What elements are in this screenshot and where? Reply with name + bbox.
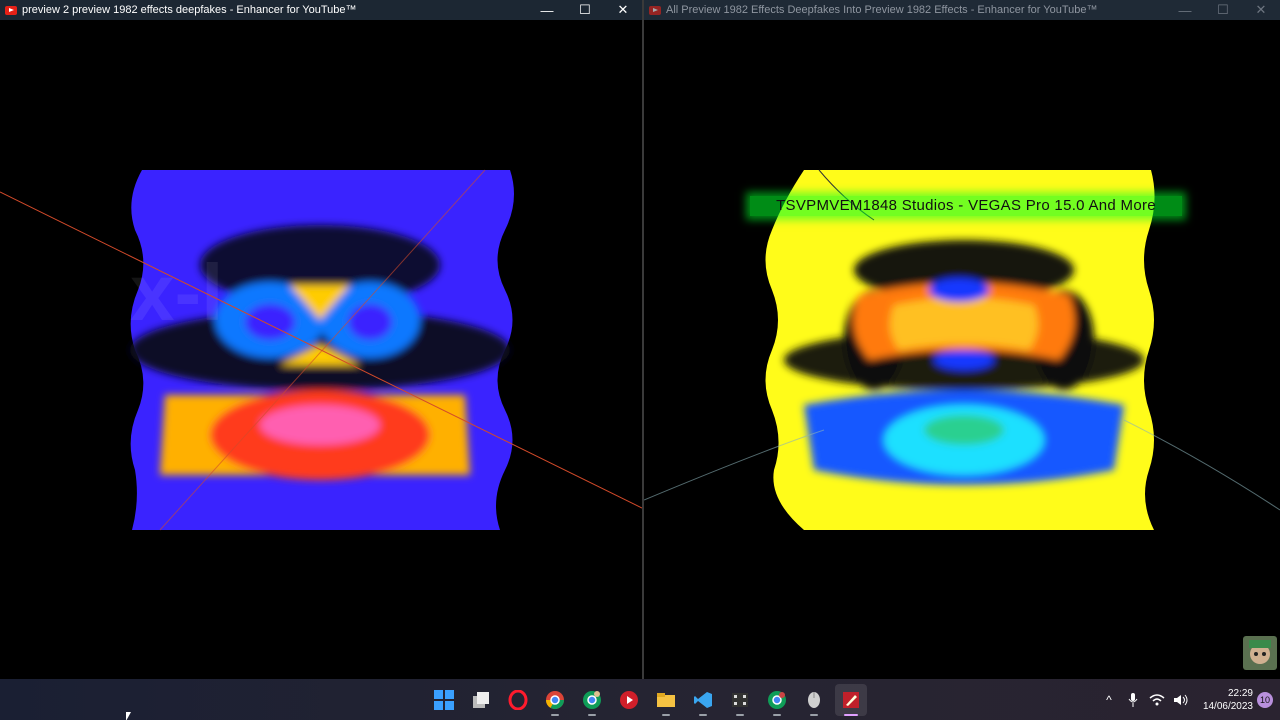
- volume-icon[interactable]: [1169, 688, 1193, 712]
- clock-time: 22:29: [1227, 687, 1253, 699]
- close-button[interactable]: ✕: [604, 0, 642, 20]
- youtube-icon: [5, 5, 17, 15]
- wifi-icon[interactable]: [1145, 688, 1169, 712]
- mouse-app[interactable]: [798, 684, 830, 716]
- right-titlebar[interactable]: All Preview 1982 Effects Deepfakes Into …: [644, 0, 1280, 20]
- running-indicator: [773, 714, 781, 716]
- right-window-title: All Preview 1982 Effects Deepfakes Into …: [666, 4, 1098, 16]
- folder-icon: [657, 693, 675, 707]
- windows-icon: [434, 690, 454, 710]
- opera-app[interactable]: [502, 684, 534, 716]
- studio-watermark-text: TSVPMVEM1848 Studios - VEGAS Pro 15.0 An…: [750, 196, 1182, 216]
- running-indicator: [588, 714, 596, 716]
- microphone-icon[interactable]: [1121, 688, 1145, 712]
- clock-date: 14/06/2023: [1202, 700, 1253, 712]
- mouse-icon: [808, 692, 820, 708]
- maximize-button[interactable]: ☐: [566, 0, 604, 20]
- media-player-app[interactable]: [613, 684, 645, 716]
- system-tray: ^ 22:29 14/06/2023 10: [1097, 679, 1280, 720]
- maximize-button[interactable]: ☐: [1204, 0, 1242, 20]
- svg-text:x-l: x-l: [130, 248, 223, 337]
- chrome-icon: [546, 691, 564, 710]
- running-indicator: [699, 714, 707, 716]
- vscode-icon: [694, 692, 712, 708]
- notification-badge[interactable]: 10: [1257, 691, 1273, 708]
- show-hidden-icons-button[interactable]: ^: [1097, 688, 1121, 712]
- channel-avatar: [1243, 636, 1277, 670]
- start-button[interactable]: [428, 684, 460, 716]
- running-indicator: [551, 714, 559, 716]
- left-video-frame[interactable]: x-l: [0, 20, 642, 679]
- chrome-profile-icon: [583, 691, 601, 709]
- minimize-button[interactable]: —: [1166, 0, 1204, 20]
- task-view-button[interactable]: [465, 684, 497, 716]
- running-indicator: [662, 714, 670, 716]
- opera-icon: [508, 690, 528, 710]
- left-titlebar[interactable]: preview 2 preview 1982 effects deepfakes…: [0, 0, 642, 20]
- left-window-title: preview 2 preview 1982 effects deepfakes…: [22, 4, 357, 16]
- running-indicator: [810, 714, 818, 716]
- clock[interactable]: 22:29 14/06/2023: [1203, 687, 1253, 713]
- chrome-profile-app[interactable]: [576, 684, 608, 716]
- chrome-app-2[interactable]: [761, 684, 793, 716]
- right-video-content: [644, 169, 1280, 530]
- file-explorer-app[interactable]: [650, 684, 682, 716]
- taskbar: ^ 22:29 14/06/2023 10: [0, 679, 1280, 720]
- chrome-app[interactable]: [539, 684, 571, 716]
- left-video-window[interactable]: preview 2 preview 1982 effects deepfakes…: [0, 0, 642, 679]
- running-indicator: [844, 714, 858, 716]
- close-button[interactable]: ✕: [1242, 0, 1280, 20]
- play-icon: [620, 691, 638, 709]
- running-indicator: [736, 714, 744, 716]
- right-video-frame[interactable]: TSVPMVEM1848 Studios - VEGAS Pro 15.0 An…: [644, 20, 1280, 679]
- taskbar-apps: [428, 684, 867, 716]
- youtube-icon: [649, 5, 661, 15]
- pencil-icon: [843, 692, 859, 708]
- pencil-app[interactable]: [835, 684, 867, 716]
- film-icon: [732, 693, 748, 707]
- task-view-icon: [473, 692, 489, 708]
- minimize-button[interactable]: —: [528, 0, 566, 20]
- right-video-window[interactable]: All Preview 1982 Effects Deepfakes Into …: [644, 0, 1280, 679]
- vscode-app[interactable]: [687, 684, 719, 716]
- left-video-content: x-l: [0, 169, 642, 531]
- video-editor-app[interactable]: [724, 684, 756, 716]
- chrome-icon: [768, 691, 786, 709]
- mouse-cursor: [126, 712, 131, 720]
